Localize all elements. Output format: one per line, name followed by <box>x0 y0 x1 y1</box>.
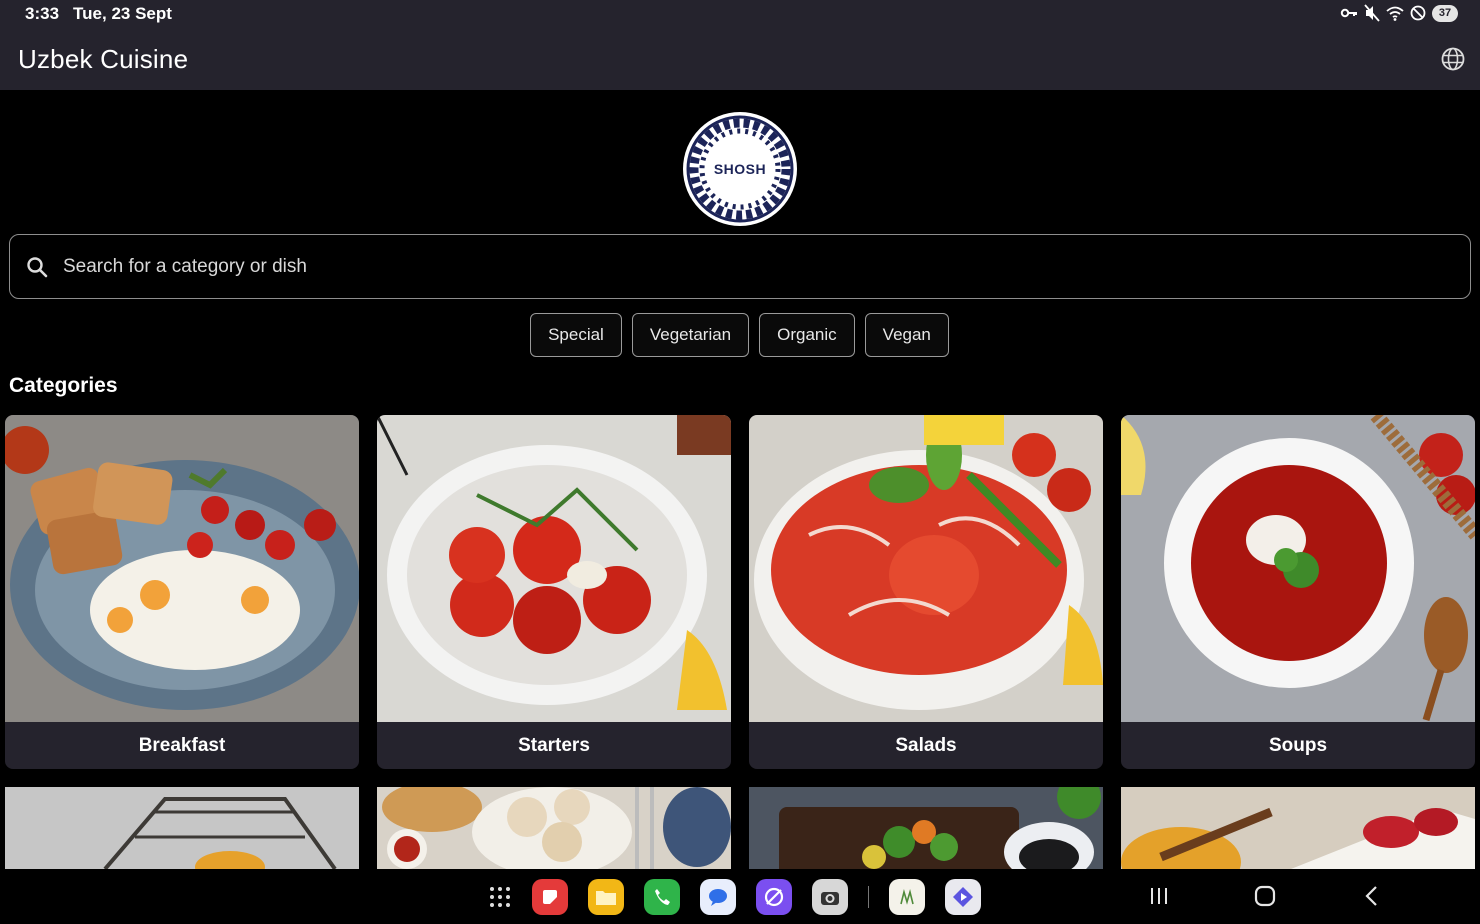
salads-image <box>749 415 1103 722</box>
filter-chips: Special Vegetarian Organic Vegan <box>0 313 1480 357</box>
restaurant-app-icon[interactable] <box>889 879 925 915</box>
category-card-salads[interactable]: Salads <box>749 415 1103 769</box>
status-icons: 37 <box>1340 4 1458 22</box>
logo-text: SHOSH <box>713 161 767 177</box>
apps-grid-icon[interactable] <box>488 885 512 909</box>
media-app-icon[interactable] <box>945 879 981 915</box>
do-not-disturb-icon <box>1410 5 1426 21</box>
search-box[interactable] <box>9 234 1471 299</box>
category-card-starters[interactable]: Starters <box>377 415 731 769</box>
app-dock <box>488 879 981 915</box>
messages-app-icon[interactable] <box>700 879 736 915</box>
wifi-icon <box>1386 6 1404 21</box>
breakfast-image <box>5 415 359 722</box>
category-card[interactable] <box>1121 787 1475 869</box>
app-bar: Uzbek Cuisine <box>0 28 1480 90</box>
category-label: Soups <box>1268 734 1328 756</box>
phone-app-icon[interactable] <box>644 879 680 915</box>
soups-image <box>1121 415 1475 722</box>
battery-icon: 37 <box>1432 4 1458 22</box>
status-time: 3:33 <box>25 4 60 23</box>
category-image <box>5 787 359 869</box>
starters-image <box>377 415 731 722</box>
category-label: Salads <box>895 734 957 756</box>
categories-heading: Categories <box>9 374 118 397</box>
category-card[interactable] <box>749 787 1103 869</box>
filter-chip-vegan[interactable]: Vegan <box>864 313 949 357</box>
filter-chip-organic[interactable]: Organic <box>759 313 855 357</box>
dock-separator <box>868 886 869 908</box>
category-image <box>377 787 731 869</box>
category-label: Starters <box>518 734 590 756</box>
category-card[interactable] <box>377 787 731 869</box>
search-input[interactable] <box>63 255 1363 278</box>
category-card-breakfast[interactable]: Breakfast <box>5 415 359 769</box>
camera-app-icon[interactable] <box>812 879 848 915</box>
files-app-icon[interactable] <box>588 879 624 915</box>
mute-icon <box>1364 4 1380 22</box>
globe-icon[interactable] <box>1440 46 1466 72</box>
filter-chip-special[interactable]: Special <box>530 313 622 357</box>
navigation-bar <box>0 869 1480 924</box>
category-image <box>749 787 1103 869</box>
category-label: Breakfast <box>138 734 226 756</box>
category-card[interactable] <box>5 787 359 869</box>
status-date: Tue, 23 Sept <box>73 4 172 23</box>
notes-app-icon[interactable] <box>532 879 568 915</box>
status-bar: 3:33 Tue, 23 Sept 37 <box>0 0 1480 28</box>
app-title: Uzbek Cuisine <box>18 43 189 74</box>
category-card-soups[interactable]: Soups <box>1121 415 1475 769</box>
key-icon <box>1340 8 1357 18</box>
filter-chip-vegetarian[interactable]: Vegetarian <box>631 313 750 357</box>
category-image <box>1121 787 1475 869</box>
home-icon[interactable] <box>1252 883 1278 909</box>
internet-app-icon[interactable] <box>756 879 792 915</box>
back-icon[interactable] <box>1359 883 1385 909</box>
restaurant-logo: SHOSH <box>683 112 797 226</box>
recent-apps-icon[interactable] <box>1146 883 1172 909</box>
search-icon <box>27 256 48 277</box>
